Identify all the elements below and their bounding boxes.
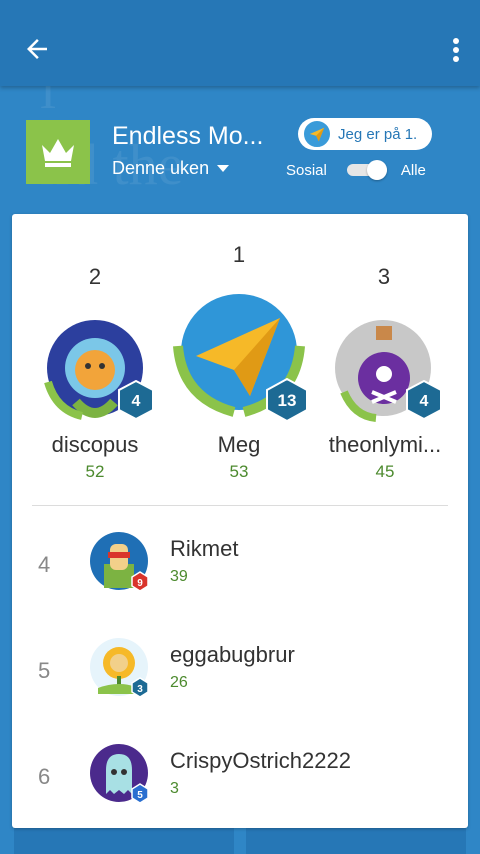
- app-bar: [0, 0, 480, 86]
- podium-rank-1: 1: [232, 242, 246, 267]
- podium: 2 4 discopus 52 1 13 Meg 53 3 4 theonlym…: [12, 214, 468, 504]
- list-username: Rikmet: [170, 536, 239, 561]
- bottom-tab-right: [246, 828, 466, 854]
- podium-rank-2: 2: [88, 264, 102, 289]
- level-badge-2: 4: [118, 380, 154, 420]
- arrow-left-icon[interactable]: [22, 34, 52, 64]
- avatar-sunflower: 3: [90, 638, 149, 698]
- bottom-strip: [0, 828, 480, 854]
- my-avatar-small: [302, 119, 332, 149]
- list-score: 3: [170, 780, 179, 797]
- podium-name-1: Meg: [217, 432, 261, 457]
- level-badge-3: 4: [406, 380, 442, 420]
- svg-text:4: 4: [132, 393, 141, 410]
- mode-title[interactable]: Endless Mo...: [112, 122, 263, 151]
- avatar-ghost: 5: [90, 744, 149, 804]
- leaderboard-header: Endless Mo... Denne uken Jeg er på 1. So…: [0, 110, 480, 200]
- podium-divider: [32, 505, 448, 506]
- list-username: CrispyOstrich2222: [170, 748, 351, 773]
- leaderboard-card: 2 4 discopus 52 1 13 Meg 53 3 4 theonlym…: [12, 214, 468, 828]
- crown-icon: [42, 139, 74, 167]
- podium-name-2: discopus: [51, 432, 139, 457]
- list-item[interactable]: 4 9 Rikmet 39: [12, 514, 468, 614]
- list-rank: 6: [38, 764, 51, 789]
- svg-text:3: 3: [137, 684, 143, 695]
- podium-score-1: 53: [229, 462, 249, 481]
- period-dropdown[interactable]: Denne uken: [112, 158, 230, 179]
- scope-toggle-row: Sosial Alle: [286, 160, 426, 180]
- list-item[interactable]: 5 3 eggabugbrur 26: [12, 620, 468, 720]
- list-rank: 5: [38, 658, 51, 683]
- podium-score-3: 45: [375, 462, 395, 481]
- list-score: 26: [170, 674, 188, 691]
- podium-name-3: theonlymi...: [328, 432, 442, 457]
- bottom-tab-left: [14, 828, 234, 854]
- toggle-label-social: Sosial: [286, 161, 327, 179]
- podium-score-2: 52: [85, 462, 105, 481]
- svg-text:9: 9: [137, 578, 143, 589]
- level-badge-1: 13: [266, 378, 308, 422]
- list-score: 39: [170, 568, 188, 585]
- my-rank-pill[interactable]: Jeg er på 1.: [298, 118, 432, 150]
- list-username: eggabugbrur: [170, 642, 295, 667]
- podium-rank-3: 3: [377, 264, 391, 289]
- list-item[interactable]: 6 5 CrispyOstrich2222 3: [12, 726, 468, 826]
- svg-text:4: 4: [420, 393, 429, 410]
- mode-crown-tile: [26, 120, 90, 184]
- period-label: Denne uken: [112, 158, 210, 178]
- svg-text:5: 5: [137, 790, 143, 801]
- my-rank-text: Jeg er på 1.: [338, 125, 418, 143]
- more-vertical-icon[interactable]: [446, 36, 466, 64]
- caret-down-icon: [217, 165, 230, 172]
- toggle-label-all: Alle: [400, 161, 426, 179]
- avatar-llama: 9: [90, 532, 149, 592]
- svg-text:13: 13: [278, 391, 297, 410]
- scope-toggle[interactable]: [345, 160, 391, 180]
- list-rank: 4: [38, 552, 51, 577]
- paper-plane-icon: [309, 127, 325, 142]
